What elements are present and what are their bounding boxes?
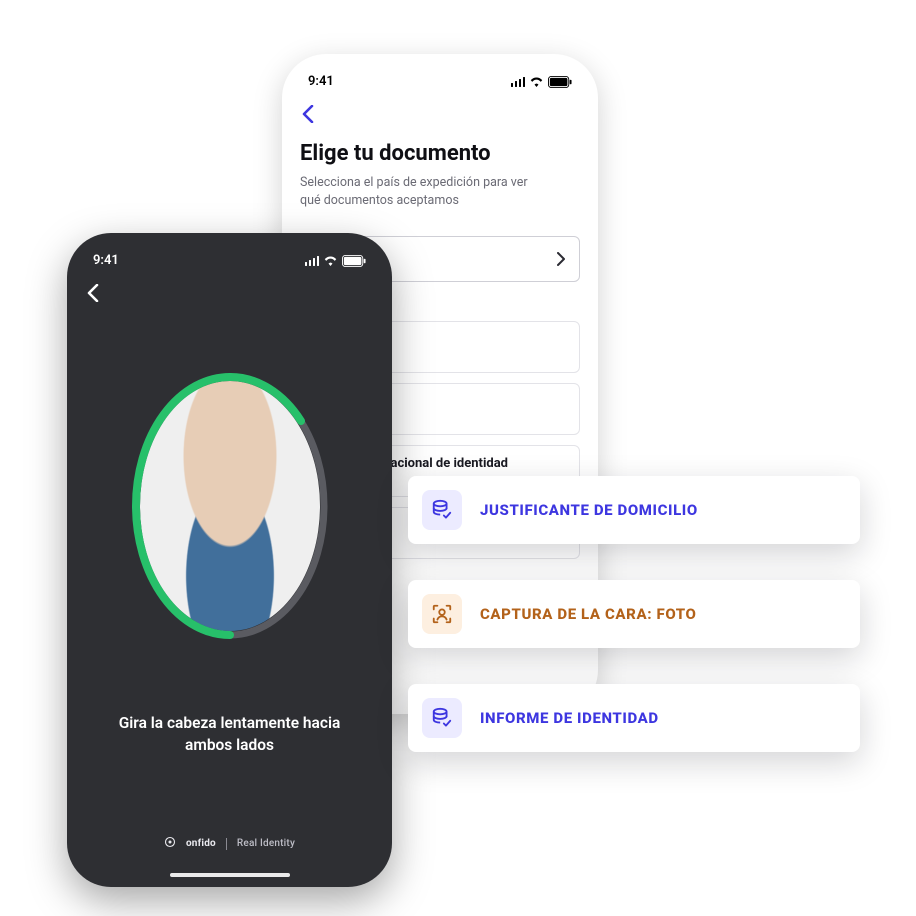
brand-name: onfido bbox=[186, 838, 216, 849]
status-time: 9:41 bbox=[93, 253, 119, 268]
face-capture-zone bbox=[85, 336, 374, 676]
status-icons bbox=[305, 255, 367, 267]
battery-icon bbox=[342, 255, 366, 267]
wifi-icon bbox=[529, 76, 544, 87]
status-time: 9:41 bbox=[308, 74, 334, 89]
page-title: Elige tu documento bbox=[300, 141, 580, 166]
brand-tagline: Real Identity bbox=[237, 838, 295, 849]
brand-logo-icon bbox=[164, 836, 176, 851]
status-bar: 9:41 bbox=[85, 247, 374, 278]
status-bar: 9:41 bbox=[300, 68, 580, 99]
card-proof-of-address[interactable]: JUSTIFICANTE DE DOMICILIO bbox=[408, 476, 860, 544]
card-face-capture[interactable]: CAPTURA DE LA CARA: FOTO bbox=[408, 580, 860, 648]
signal-icon bbox=[305, 256, 320, 266]
wifi-icon bbox=[323, 255, 338, 266]
phone-face-capture: 9:41 Gira la cabeza lentamente hacia amb… bbox=[67, 233, 392, 887]
database-check-icon bbox=[422, 698, 462, 738]
page-subtitle: Selecciona el país de expedición para ve… bbox=[300, 174, 540, 210]
card-identity-report[interactable]: INFORME DE IDENTIDAD bbox=[408, 684, 860, 752]
database-check-icon bbox=[422, 490, 462, 530]
face-scan-icon bbox=[422, 594, 462, 634]
signal-icon bbox=[511, 77, 526, 87]
instruction-text: Gira la cabeza lentamente hacia ambos la… bbox=[110, 712, 350, 757]
progress-ring-icon bbox=[130, 371, 330, 641]
battery-icon bbox=[548, 76, 572, 88]
back-icon[interactable] bbox=[87, 284, 99, 302]
card-label: INFORME DE IDENTIDAD bbox=[480, 709, 659, 727]
brand-row: onfido Real Identity bbox=[67, 836, 392, 851]
home-indicator bbox=[170, 873, 290, 877]
divider bbox=[226, 838, 227, 850]
card-label: JUSTIFICANTE DE DOMICILIO bbox=[480, 501, 698, 519]
back-icon[interactable] bbox=[302, 105, 314, 123]
status-icons bbox=[511, 76, 573, 88]
chevron-right-icon bbox=[557, 252, 565, 266]
card-label: CAPTURA DE LA CARA: FOTO bbox=[480, 605, 696, 623]
face-oval bbox=[130, 371, 330, 641]
